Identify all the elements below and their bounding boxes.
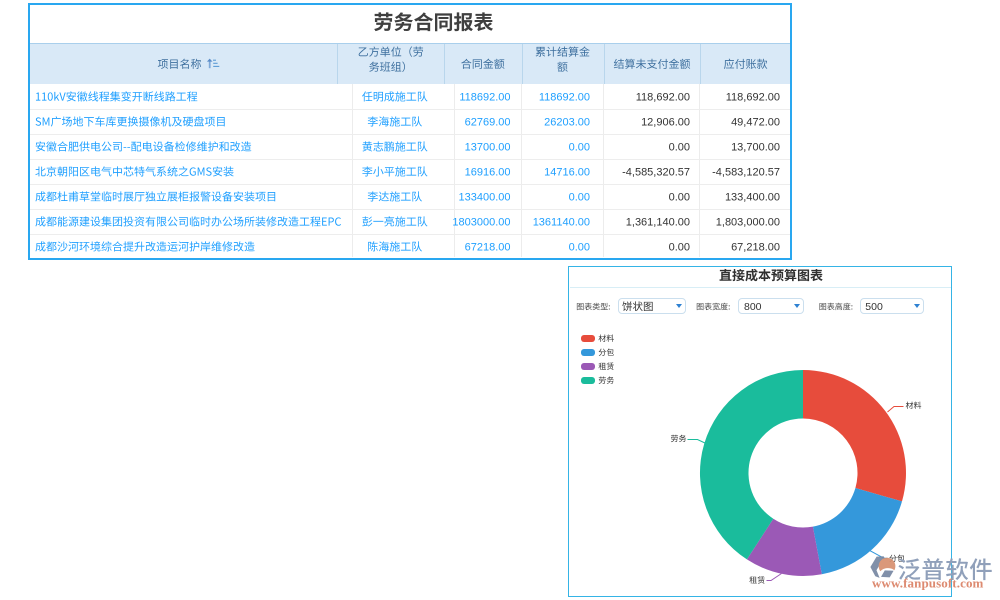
svg-text:13,700.00: 13,700.00 [731, 142, 780, 154]
svg-text:118,692.00: 118,692.00 [636, 92, 690, 104]
svg-text:16916.00: 16916.00 [465, 167, 511, 179]
svg-text:1,361,140.00: 1,361,140.00 [626, 217, 690, 229]
svg-text:500: 500 [865, 301, 883, 313]
svg-text:62769.00: 62769.00 [465, 117, 511, 129]
svg-text:0.00: 0.00 [669, 142, 690, 154]
svg-text:0.00: 0.00 [569, 192, 590, 204]
svg-text:118692.00: 118692.00 [539, 92, 590, 104]
svg-text:0.00: 0.00 [569, 142, 590, 154]
svg-text:800: 800 [744, 301, 762, 313]
svg-text:0.00: 0.00 [669, 192, 690, 204]
svg-text:1361140.00: 1361140.00 [533, 217, 590, 229]
svg-text:133,400.00: 133,400.00 [725, 192, 780, 204]
svg-text:-4,583,120.57: -4,583,120.57 [712, 167, 780, 179]
svg-text:49,472.00: 49,472.00 [731, 117, 780, 129]
svg-text:67,218.00: 67,218.00 [731, 242, 780, 254]
svg-text:12,906.00: 12,906.00 [641, 117, 690, 129]
svg-text:118,692.00: 118,692.00 [726, 92, 780, 104]
svg-text:118692.00: 118692.00 [459, 92, 510, 104]
svg-text:1,803,000.00: 1,803,000.00 [716, 217, 780, 229]
svg-text:www.fanpusoft.com: www.fanpusoft.com [872, 575, 984, 590]
svg-text:14716.00: 14716.00 [544, 167, 590, 179]
svg-text:0.00: 0.00 [569, 242, 590, 254]
svg-text:0.00: 0.00 [669, 242, 690, 254]
svg-text:67218.00: 67218.00 [465, 242, 511, 254]
svg-text:-4,585,320.57: -4,585,320.57 [622, 167, 690, 179]
svg-text:133400.00: 133400.00 [459, 192, 511, 204]
svg-text:1803000.00: 1803000.00 [452, 217, 510, 229]
svg-text:13700.00: 13700.00 [465, 142, 511, 154]
svg-text:26203.00: 26203.00 [544, 117, 590, 129]
